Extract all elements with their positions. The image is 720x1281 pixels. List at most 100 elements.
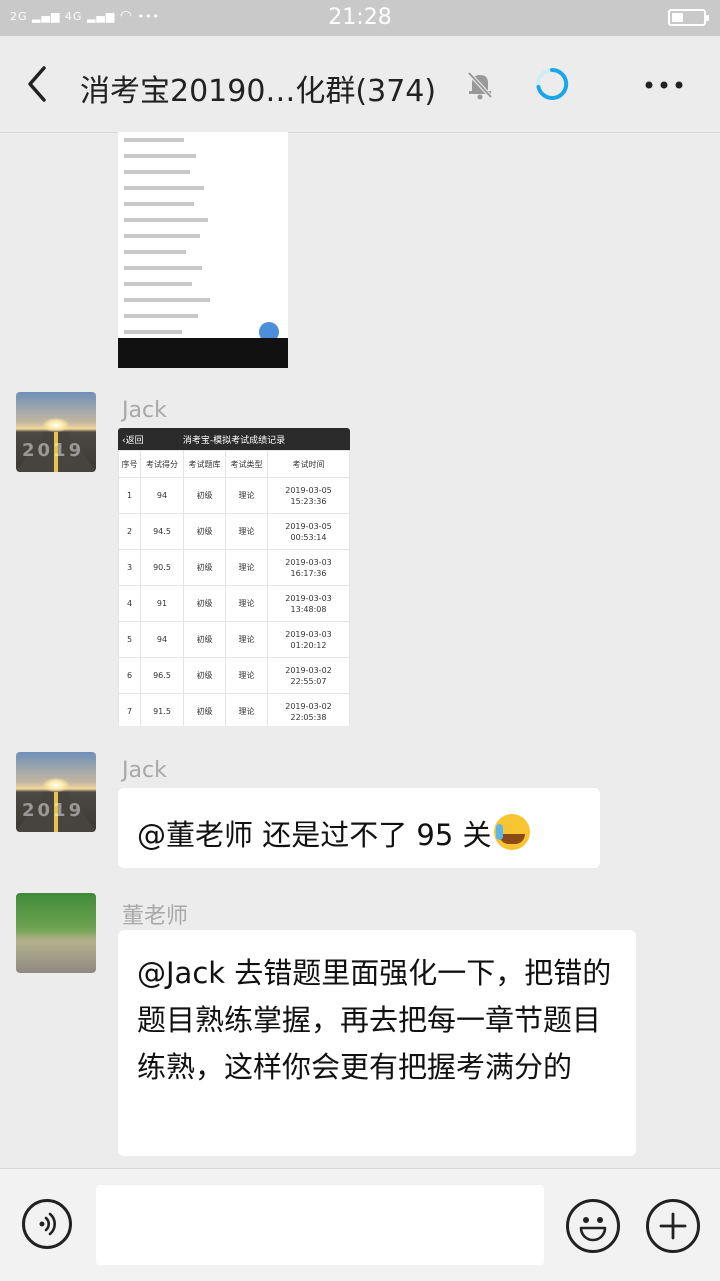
screenshot-header: ‹返回 消考宝-模拟考试成绩记录 — [118, 428, 350, 450]
column-header: 考试题库 — [183, 450, 226, 478]
table-cell: 理论 — [225, 477, 268, 514]
time: 16:17:36 — [290, 568, 327, 578]
column-header: 考试时间 — [267, 450, 350, 478]
message-text: @Jack 去错题里面强化一下，把错的题目熟练掌握，再去把每一章节题目练熟，这样… — [137, 956, 612, 1084]
screenshot-title: 消考宝-模拟考试成绩记录 — [182, 436, 286, 446]
avatar[interactable]: 2019 — [16, 392, 96, 472]
spinner-icon — [536, 67, 569, 100]
blurred-text-line — [124, 330, 182, 334]
clock-time: 21:28 — [328, 5, 392, 30]
battery-level — [672, 13, 683, 22]
table-header-row: 序号 考试得分 考试题库 考试类型 考试时间 — [118, 450, 350, 478]
table-cell: 90.5 — [140, 549, 184, 586]
avatar-sun — [43, 418, 69, 432]
blurred-text-line — [124, 282, 192, 286]
table-row: 1 94 初级 理论 2019-03-05 15:23:36 — [118, 477, 350, 514]
score-table: 序号 考试得分 考试题库 考试类型 考试时间 1 94 初级 理论 2019-0… — [118, 450, 350, 726]
table-cell: 94 — [140, 621, 184, 658]
voice-icon — [39, 1212, 56, 1236]
column-header: 考试类型 — [225, 450, 268, 478]
table-cell: 理论 — [225, 549, 268, 586]
table-cell: 理论 — [225, 657, 268, 694]
blurred-text-line — [124, 266, 202, 270]
status-bar: 2G ▂▄▆ 4G ▂▄▆ ◠ ••• 21:28 — [0, 0, 720, 36]
table-cell: 1 — [118, 477, 141, 514]
table-cell: 理论 — [225, 621, 268, 658]
table-row: 5 94 初级 理论 2019-03-03 01:20:12 — [118, 621, 350, 658]
chat-header: 消考宝20190…化群(374) — [0, 36, 720, 133]
chat-title: 消考宝20190…化群(374) — [80, 74, 437, 109]
table-cell-datetime: 2019-03-05 00:53:14 — [267, 513, 350, 550]
blurred-text-line — [124, 250, 186, 254]
sender-name: Jack — [122, 398, 167, 423]
table-cell-datetime: 2019-03-02 22:55:07 — [267, 657, 350, 694]
table-cell: 5 — [118, 621, 141, 658]
message-image-score-table[interactable]: ‹返回 消考宝-模拟考试成绩记录 序号 考试得分 考试题库 考试类型 考试时间 … — [118, 428, 350, 726]
table-cell: 4 — [118, 585, 141, 622]
blurred-text-line — [124, 138, 184, 142]
table-cell: 91.5 — [140, 693, 184, 726]
message-bubble[interactable]: @董老师 还是过不了 95 关 — [118, 788, 600, 868]
blurred-text-line — [124, 314, 198, 318]
table-row: 6 96.5 初级 理论 2019-03-02 22:55:07 — [118, 657, 350, 694]
table-cell-datetime: 2019-03-03 01:20:12 — [267, 621, 350, 658]
blurred-text-line — [124, 202, 194, 206]
table-cell: 2 — [118, 513, 141, 550]
battery-icon — [668, 9, 709, 26]
date: 2019-03-03 — [285, 629, 332, 639]
date: 2019-03-02 — [285, 665, 332, 675]
blurred-text-line — [124, 186, 204, 190]
message-bubble[interactable]: @Jack 去错题里面强化一下，把错的题目熟练掌握，再去把每一章节题目练熟，这样… — [118, 930, 636, 1156]
time: 01:20:12 — [290, 640, 327, 650]
sender-name: Jack — [122, 758, 167, 783]
blurred-text-line — [124, 298, 210, 302]
crying-laughing-emoji-icon — [493, 814, 530, 850]
table-cell: 初级 — [183, 693, 226, 726]
date: 2019-03-03 — [285, 593, 332, 603]
table-cell: 初级 — [183, 657, 226, 694]
table-cell-datetime: 2019-03-03 13:48:08 — [267, 585, 350, 622]
table-row: 4 91 初级 理论 2019-03-03 13:48:08 — [118, 585, 350, 622]
message-input[interactable] — [96, 1185, 544, 1265]
table-cell-datetime: 2019-03-02 22:05:38 — [267, 693, 350, 726]
emoji-button[interactable] — [566, 1199, 620, 1253]
time: 22:05:38 — [290, 712, 327, 722]
more-dots-icon[interactable] — [644, 80, 684, 90]
table-cell: 6 — [118, 657, 141, 694]
table-cell-datetime: 2019-03-03 16:17:36 — [267, 549, 350, 586]
table-cell: 94.5 — [140, 513, 184, 550]
voice-button[interactable] — [22, 1199, 72, 1249]
time: 13:48:08 — [290, 604, 327, 614]
avatar[interactable]: 2019 — [16, 752, 96, 832]
time: 00:53:14 — [290, 532, 327, 542]
blurred-text-line — [124, 218, 208, 222]
plus-icon — [659, 1212, 687, 1240]
table-cell: 初级 — [183, 549, 226, 586]
smiley-icon — [579, 1217, 607, 1242]
table-cell: 7 — [118, 693, 141, 726]
table-cell: 94 — [140, 477, 184, 514]
message-image-screenshot[interactable] — [118, 132, 288, 368]
blurred-text-line — [124, 234, 200, 238]
table-cell: 91 — [140, 585, 184, 622]
table-cell: 初级 — [183, 585, 226, 622]
table-cell: 初级 — [183, 513, 226, 550]
table-row: 2 94.5 初级 理论 2019-03-05 00:53:14 — [118, 513, 350, 550]
avatar[interactable] — [16, 893, 96, 973]
back-chevron-icon[interactable] — [24, 64, 54, 104]
date: 2019-03-02 — [285, 701, 332, 711]
date: 2019-03-05 — [285, 521, 332, 531]
table-cell: 初级 — [183, 477, 226, 514]
message-text: @董老师 还是过不了 95 关 — [137, 818, 492, 852]
input-bar — [0, 1168, 720, 1281]
add-button[interactable] — [646, 1199, 700, 1253]
avatar-year-art: 2019 — [22, 440, 85, 461]
avatar-sun — [43, 778, 69, 792]
table-cell: 初级 — [183, 621, 226, 658]
table-cell: 理论 — [225, 585, 268, 622]
phone-nav-bar — [118, 338, 288, 368]
column-header: 序号 — [118, 450, 141, 478]
table-row: 3 90.5 初级 理论 2019-03-03 16:17:36 — [118, 549, 350, 586]
blurred-text-line — [124, 170, 190, 174]
avatar-year-art: 2019 — [22, 800, 85, 821]
